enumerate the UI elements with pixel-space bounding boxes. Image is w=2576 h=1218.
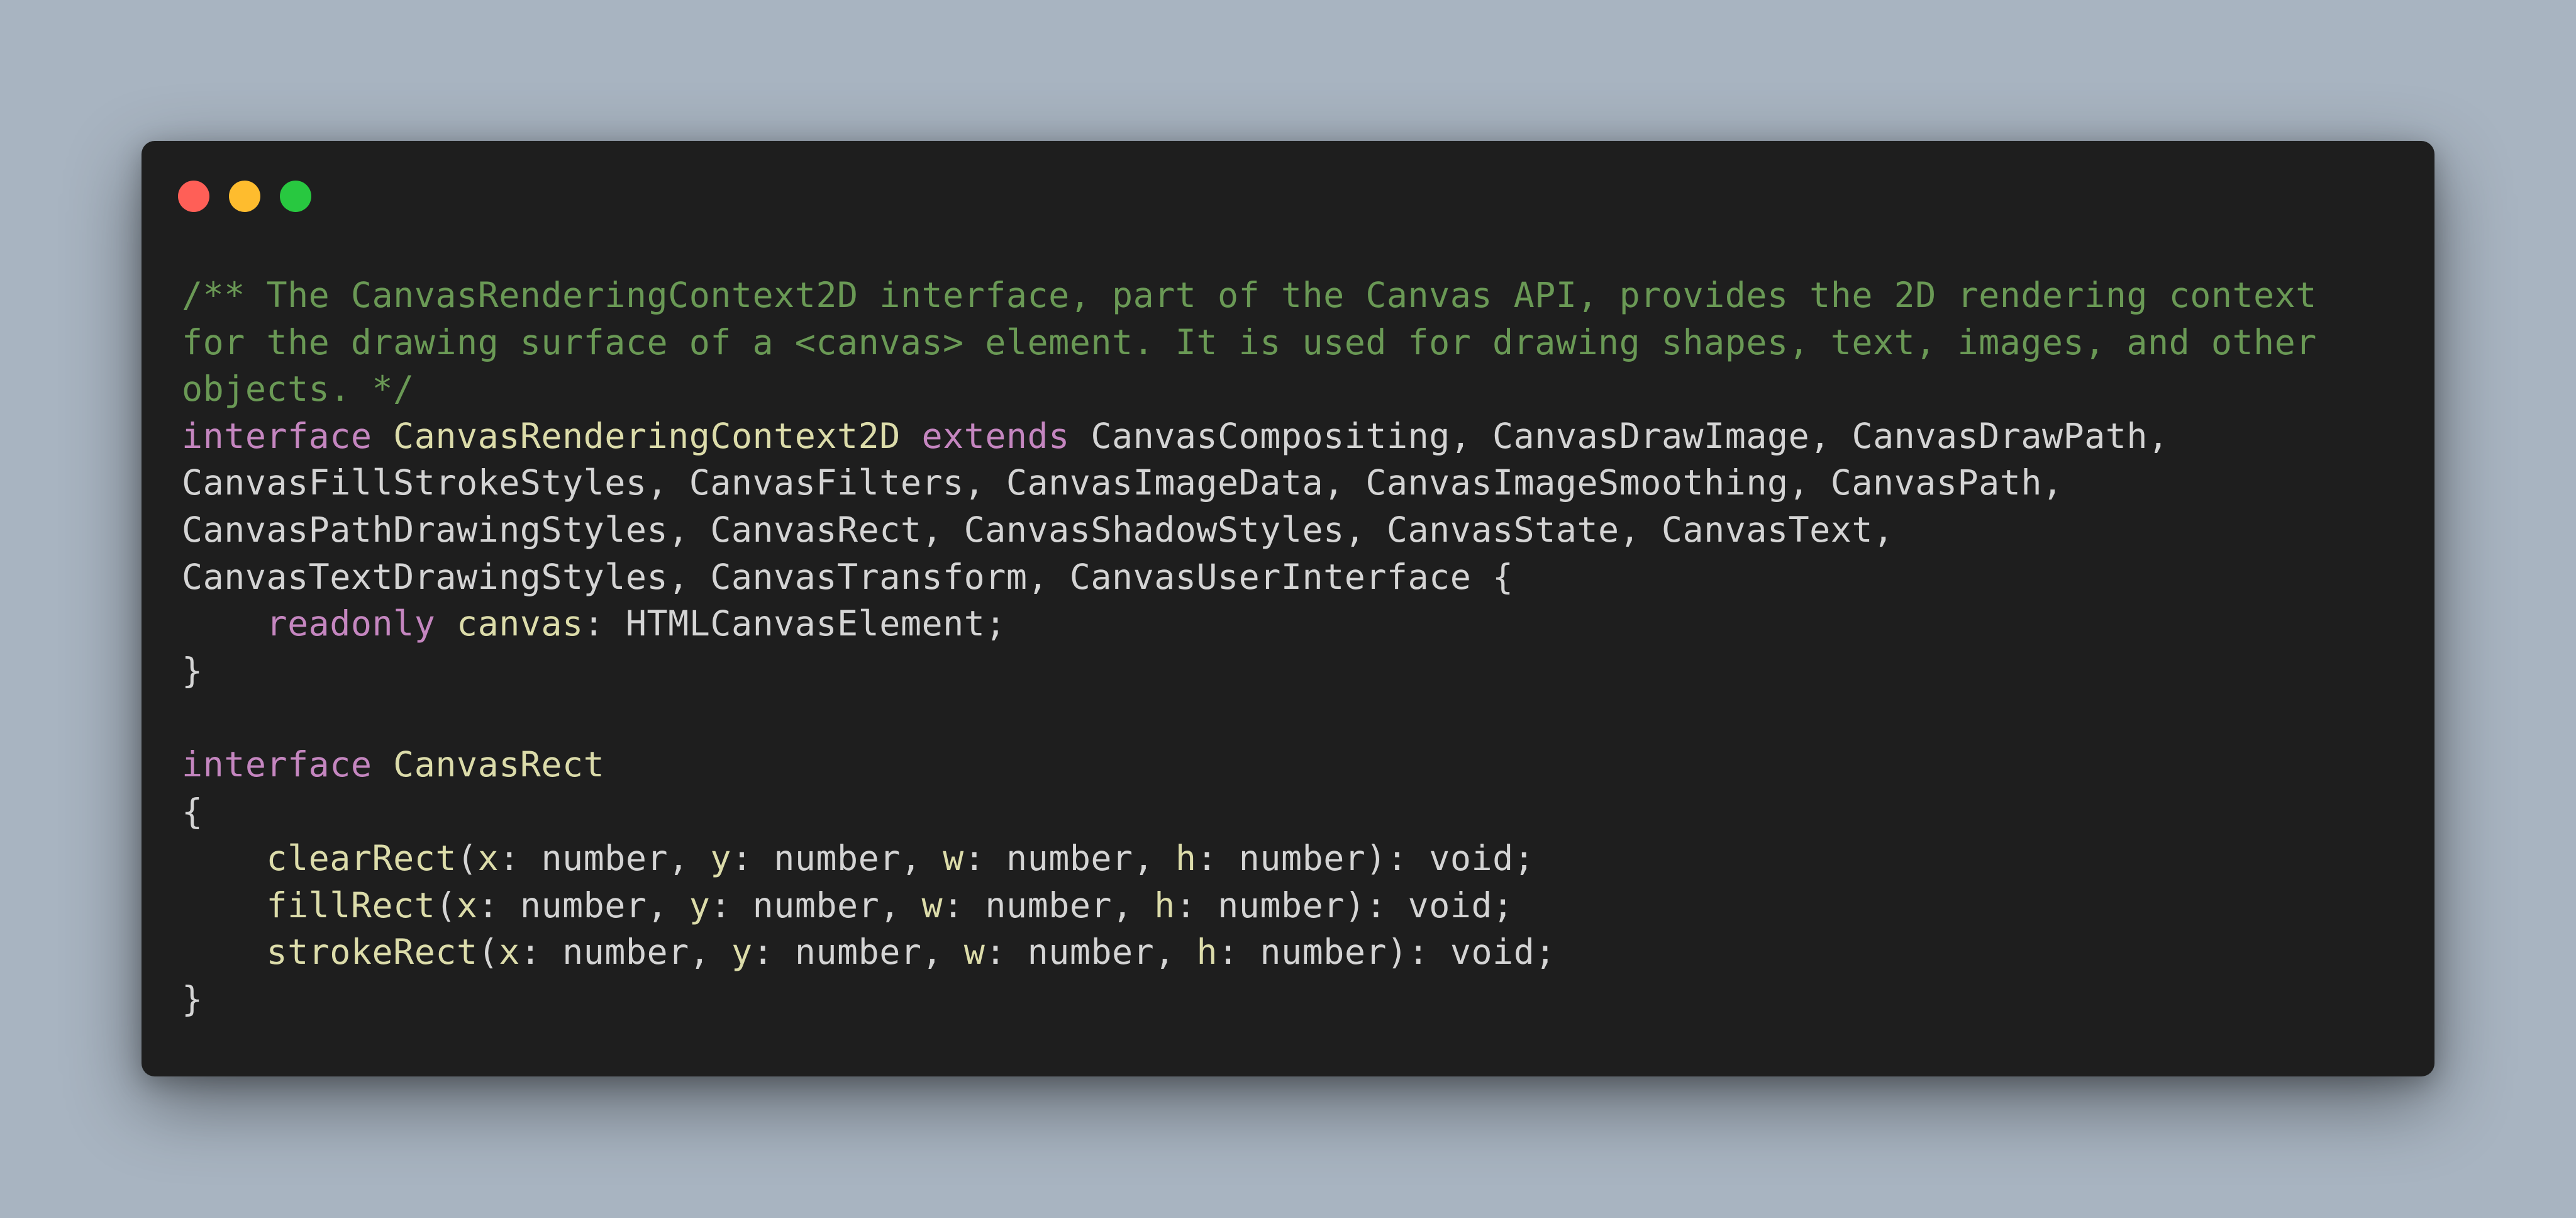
code-token-plain: (: [477, 932, 499, 973]
maximize-button[interactable]: [280, 181, 311, 212]
code-token-plain: : number,: [731, 838, 943, 879]
code-token-plain: : number,: [963, 838, 1175, 879]
code-token-plain: : number,: [943, 885, 1155, 925]
code-token-plain: : number): void;: [1196, 838, 1535, 879]
code-line: }: [182, 647, 2317, 695]
code-line: {: [182, 788, 2317, 835]
code-line: /** The CanvasRenderingContext2D interfa…: [182, 272, 2317, 319]
code-token-plain: }: [182, 650, 203, 691]
code-token-plain: : number,: [710, 885, 922, 925]
code-token-prop: y: [689, 885, 711, 925]
code-token-prop: y: [731, 932, 753, 973]
code-token-prop: y: [710, 838, 731, 879]
minimize-button[interactable]: [229, 181, 260, 212]
code-token-comment: objects. */: [182, 369, 414, 410]
code-token-prop: canvas: [456, 603, 584, 644]
code-token-prop: h: [1154, 885, 1175, 925]
code-token-plain: (: [456, 838, 478, 879]
code-token-plain: CanvasCompositing, CanvasDrawImage, Canv…: [1069, 415, 2169, 456]
code-token-kw: interface: [182, 744, 372, 785]
close-button[interactable]: [178, 181, 209, 212]
code-token-comment: for the drawing surface of a <canvas> el…: [182, 321, 2317, 362]
code-token-plain: : number): void;: [1175, 885, 1514, 925]
code-token-plain: : number,: [477, 885, 689, 925]
code-token-prop: w: [963, 932, 985, 973]
code-line: CanvasFillStrokeStyles, CanvasFilters, C…: [182, 459, 2317, 506]
window-controls: [178, 181, 311, 212]
code-token-plain: : number,: [519, 932, 731, 973]
code-line: }: [182, 976, 2317, 1023]
code-block: /** The CanvasRenderingContext2D interfa…: [182, 272, 2317, 1023]
code-token-prop: h: [1196, 932, 1218, 973]
code-token-plain: {: [182, 791, 203, 832]
code-token-prop: h: [1175, 838, 1197, 879]
code-line: strokeRect(x: number, y: number, w: numb…: [182, 929, 2317, 976]
code-token-kw: extends: [921, 415, 1070, 456]
code-line: readonly canvas: HTMLCanvasElement;: [182, 600, 2317, 647]
code-token-prop: fillRect: [266, 885, 436, 925]
code-token-plain: CanvasTextDrawingStyles, CanvasTransform…: [182, 556, 1514, 597]
code-line: interface CanvasRenderingContext2D exten…: [182, 413, 2317, 460]
code-token-prop: strokeRect: [266, 932, 478, 973]
code-token-plain: }: [182, 978, 203, 1019]
code-line: ​: [182, 694, 2317, 741]
code-token-plain: : number,: [499, 838, 711, 879]
code-token-prop: w: [921, 885, 943, 925]
code-token-plain: (: [435, 885, 457, 925]
code-line: fillRect(x: number, y: number, w: number…: [182, 882, 2317, 929]
code-token-comment: /** The CanvasRenderingContext2D interfa…: [182, 275, 2317, 315]
code-token-kw: readonly: [266, 603, 436, 644]
code-token-plain: : number): void;: [1218, 932, 1556, 973]
code-line: for the drawing surface of a <canvas> el…: [182, 319, 2317, 366]
code-token-prop: x: [477, 838, 499, 879]
code-token-prop: w: [943, 838, 964, 879]
code-line: CanvasTextDrawingStyles, CanvasTransform…: [182, 554, 2317, 601]
code-token-plain: : number,: [985, 932, 1197, 973]
code-token-plain: : HTMLCanvasElement;: [583, 603, 1006, 644]
code-token-plain: CanvasFillStrokeStyles, CanvasFilters, C…: [182, 462, 2063, 503]
code-token-prop: x: [499, 932, 520, 973]
code-token-plain: : number,: [752, 932, 964, 973]
code-token-plain: CanvasPathDrawingStyles, CanvasRect, Can…: [182, 509, 1894, 550]
code-token-type: CanvasRenderingContext2D: [393, 415, 901, 456]
code-line: clearRect(x: number, y: number, w: numbe…: [182, 835, 2317, 882]
code-line: objects. */: [182, 366, 2317, 413]
code-token-prop: clearRect: [266, 838, 457, 879]
code-token-kw: interface: [182, 415, 372, 456]
code-line: CanvasPathDrawingStyles, CanvasRect, Can…: [182, 506, 2317, 554]
code-token-prop: x: [456, 885, 478, 925]
code-line: interface CanvasRect: [182, 741, 2317, 788]
code-token-type: CanvasRect: [393, 744, 605, 785]
